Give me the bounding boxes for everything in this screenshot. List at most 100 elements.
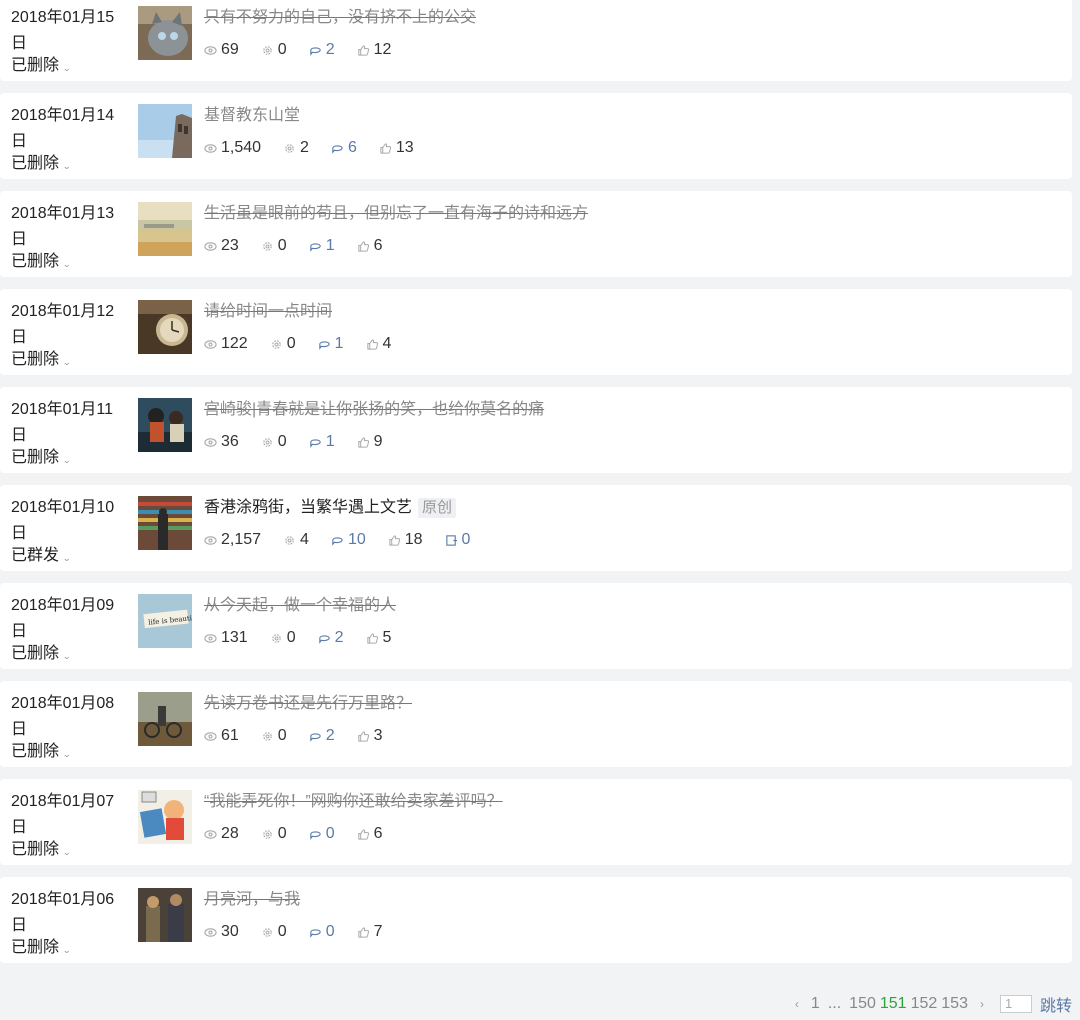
article-thumbnail[interactable] xyxy=(138,496,192,550)
thumbs-up-icon xyxy=(379,142,396,155)
status-dropdown[interactable]: 已删除 ⌄ xyxy=(11,152,71,176)
status-label: 已删除 xyxy=(11,743,60,760)
article-thumbnail[interactable]: life is beautiful! xyxy=(138,594,192,648)
status-dropdown[interactable]: 已删除 ⌄ xyxy=(11,250,71,274)
like-count: 5 xyxy=(366,629,391,647)
eye-icon xyxy=(204,142,221,155)
article-stats: 1,540 2 6 13 xyxy=(204,139,436,157)
page-link-first[interactable]: 1 xyxy=(811,995,820,1013)
article-title-text: 月亮河，与我 xyxy=(204,891,301,908)
like-count-value: 9 xyxy=(373,433,383,450)
article-thumbnail[interactable] xyxy=(138,6,192,60)
status-label: 已群发 xyxy=(11,547,60,564)
article-title-text: 基督教东山堂 xyxy=(204,107,301,124)
thumbs-up-icon xyxy=(388,534,405,547)
share-count: 0 xyxy=(261,727,287,745)
share-count: 0 xyxy=(261,923,287,941)
thumbs-up-icon xyxy=(357,436,374,449)
comment-icon xyxy=(309,828,326,841)
article-row: 2018年01月11日 已删除 ⌄ 宫崎骏|青春就是让你张扬的笑，也给你莫名的痛 36 0… xyxy=(0,387,1072,473)
like-count: 18 xyxy=(388,531,423,549)
article-title[interactable]: 从今天起，做一个幸福的人 xyxy=(204,594,396,618)
publish-date: 2018年01月08日 xyxy=(11,695,115,738)
comment-count: 0 xyxy=(309,923,335,941)
thumbs-up-icon xyxy=(357,44,374,57)
article-title-text: 只有不努力的自己，没有挤不上的公交 xyxy=(204,9,477,26)
article-thumbnail[interactable] xyxy=(138,300,192,354)
article-stats: 28 0 0 6 xyxy=(204,825,405,843)
article-title[interactable]: 基督教东山堂 xyxy=(204,104,300,128)
status-dropdown[interactable]: 已删除 ⌄ xyxy=(11,446,71,470)
publish-date: 2018年01月13日 xyxy=(11,205,115,248)
page-link[interactable]: 152 xyxy=(911,995,938,1013)
comment-icon xyxy=(331,534,348,547)
article-title[interactable]: 宫崎骏|青春就是让你张扬的笑，也给你莫名的痛 xyxy=(204,398,544,422)
article-thumbnail[interactable] xyxy=(138,202,192,256)
thumbs-up-icon xyxy=(357,828,374,841)
article-row: 2018年01月10日 已群发 ⌄ 香港涂鸦街，当繁华遇上文艺 原创 2,157 4 10 18… xyxy=(0,485,1072,571)
article-thumbnail[interactable] xyxy=(138,104,192,158)
status-dropdown[interactable]: 已删除 ⌄ xyxy=(11,54,71,78)
share-count: 0 xyxy=(270,335,296,353)
next-page-button[interactable]: › xyxy=(980,997,984,1011)
page-jump-input[interactable]: 1 xyxy=(999,995,1032,1013)
article-stats: 61 0 2 3 xyxy=(204,727,405,745)
view-count: 30 xyxy=(204,923,239,941)
status-dropdown[interactable]: 已删除 ⌄ xyxy=(11,936,71,960)
chevron-down-icon: ⌄ xyxy=(62,651,72,661)
article-thumbnail[interactable] xyxy=(138,888,192,942)
publish-date: 2018年01月06日 xyxy=(11,891,115,934)
eye-icon xyxy=(204,632,221,645)
like-count: 3 xyxy=(357,727,383,745)
comment-count: 1 xyxy=(309,433,335,451)
status-dropdown[interactable]: 已删除 ⌄ xyxy=(11,642,71,666)
page-link[interactable]: 150 xyxy=(849,995,876,1013)
jump-button[interactable]: 跳转 xyxy=(1040,992,1072,1016)
thumbs-up-icon xyxy=(366,338,383,351)
repost-icon xyxy=(445,534,462,547)
like-count-value: 7 xyxy=(373,923,383,940)
like-count-value: 6 xyxy=(373,825,383,842)
article-title[interactable]: 只有不努力的自己，没有挤不上的公交 xyxy=(204,6,476,30)
article-thumbnail[interactable] xyxy=(138,790,192,844)
status-dropdown[interactable]: 已删除 ⌄ xyxy=(11,838,71,862)
share-count: 4 xyxy=(283,531,309,549)
article-title[interactable]: “我能弄死你！”网购你还敢给卖家差评吗？ xyxy=(204,790,503,814)
article-title[interactable]: 先读万卷书还是先行万里路？ xyxy=(204,692,412,716)
share-icon xyxy=(261,926,278,939)
comment-count-value: 2 xyxy=(325,41,335,58)
article-row: 2018年01月06日 已删除 ⌄ 月亮河，与我 30 0 0 7 xyxy=(0,877,1072,963)
chevron-down-icon: ⌄ xyxy=(62,63,72,73)
comment-count: 2 xyxy=(309,727,335,745)
thumbs-up-icon xyxy=(357,926,374,939)
like-count: 6 xyxy=(357,237,383,255)
article-thumbnail[interactable] xyxy=(138,398,192,452)
share-count-value: 0 xyxy=(286,629,296,646)
prev-page-button[interactable]: ‹ xyxy=(795,997,799,1011)
status-dropdown[interactable]: 已群发 ⌄ xyxy=(11,544,71,568)
comment-icon xyxy=(309,436,326,449)
article-title[interactable]: 香港涂鸦街，当繁华遇上文艺 原创 xyxy=(204,496,457,520)
comment-count: 0 xyxy=(309,825,335,843)
view-count: 131 xyxy=(204,629,248,647)
status-dropdown[interactable]: 已删除 ⌄ xyxy=(11,740,71,764)
view-count: 36 xyxy=(204,433,239,451)
article-title[interactable]: 月亮河，与我 xyxy=(204,888,300,912)
article-title[interactable]: 生活虽是眼前的苟且，但别忘了一直有海子的诗和远方 xyxy=(204,202,588,226)
comment-count-value: 1 xyxy=(334,335,344,352)
view-count-value: 122 xyxy=(221,335,248,352)
article-row: 2018年01月09日 已删除 ⌄ life is beautiful! 从今天起，做一… xyxy=(0,583,1072,669)
eye-icon xyxy=(204,534,221,547)
page-link[interactable]: 153 xyxy=(941,995,968,1013)
view-count-value: 23 xyxy=(221,237,239,254)
repost-count: 0 xyxy=(445,531,470,549)
thumbs-up-icon xyxy=(357,730,374,743)
article-thumbnail[interactable] xyxy=(138,692,192,746)
share-count-value: 0 xyxy=(277,825,287,842)
status-label: 已删除 xyxy=(11,645,60,662)
eye-icon xyxy=(204,240,221,253)
article-title[interactable]: 请给时间一点时间 xyxy=(204,300,332,324)
thumbs-up-icon xyxy=(366,632,383,645)
status-dropdown[interactable]: 已删除 ⌄ xyxy=(11,348,71,372)
comment-count-value: 1 xyxy=(325,237,335,254)
